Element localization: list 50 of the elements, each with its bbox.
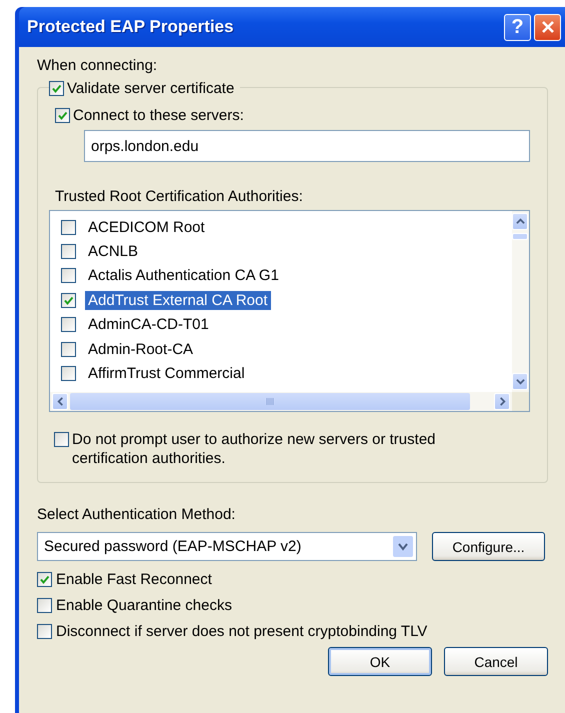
ok-button[interactable]: OK xyxy=(328,647,432,676)
checkbox-label: Enable Quarantine checks xyxy=(56,597,232,614)
close-icon xyxy=(540,19,556,35)
chevron-right-icon xyxy=(498,397,506,406)
checkbox-label: Disconnect if server does not present cryptobinding TLV xyxy=(56,623,428,640)
scroll-left-button[interactable] xyxy=(52,393,68,410)
checkbox-label: Enable Fast Reconnect xyxy=(56,571,212,588)
list-item[interactable]: AddTrust External CA Root xyxy=(85,290,271,310)
list-item[interactable]: AdminCA-CD-T01 xyxy=(85,315,212,334)
checkbox[interactable] xyxy=(61,220,76,235)
checkbox[interactable] xyxy=(37,598,52,613)
window-title: Protected EAP Properties xyxy=(27,17,235,37)
checkbox-label: Do not prompt user to authorize new servers or trusted certification authorities. xyxy=(72,430,437,468)
scroll-right-button[interactable] xyxy=(494,393,510,410)
checkbox[interactable] xyxy=(61,366,76,382)
close-button[interactable] xyxy=(534,14,561,40)
scroll-up-button[interactable] xyxy=(512,213,528,230)
scroll-thumb[interactable] xyxy=(70,393,470,410)
checkbox[interactable] xyxy=(61,317,76,332)
configure-button[interactable]: Configure... xyxy=(432,532,545,561)
checkbox-label: Connect to these servers: xyxy=(73,107,244,124)
method-dropdown[interactable]: Secured password (EAP-MSCHAP v2) xyxy=(37,532,417,561)
checkbox[interactable] xyxy=(61,292,76,308)
chevron-left-icon xyxy=(56,397,64,406)
checkbox-label: Validate server certificate xyxy=(67,80,234,97)
list-item[interactable]: ACEDICOM Root xyxy=(85,218,208,237)
scroll-down-button[interactable] xyxy=(512,373,528,390)
checkbox[interactable] xyxy=(37,572,52,587)
scroll-thumb[interactable] xyxy=(512,233,528,240)
list-label: Trusted Root Certification Authorities: xyxy=(55,188,304,205)
list-item[interactable]: ACNLB xyxy=(85,242,142,262)
checkbox[interactable] xyxy=(55,108,70,123)
checkbox[interactable] xyxy=(54,432,69,447)
scrollbar-corner xyxy=(512,392,529,411)
field-label: Select Authentication Method: xyxy=(37,506,236,523)
chevron-up-icon xyxy=(516,217,524,226)
list-item[interactable]: Actalis Authentication CA G1 xyxy=(85,266,282,286)
list-item[interactable]: AffirmTrust Commercial xyxy=(85,364,248,384)
checkbox[interactable] xyxy=(61,342,76,357)
checkbox[interactable] xyxy=(61,268,76,284)
checkbox[interactable] xyxy=(37,624,52,639)
section-label: When connecting: xyxy=(37,57,158,74)
cancel-button[interactable]: Cancel xyxy=(444,647,548,676)
list-item[interactable]: Admin-Root-CA xyxy=(85,340,196,359)
server-field[interactable]: orps.london.edu xyxy=(84,130,530,162)
checkbox[interactable] xyxy=(61,244,76,260)
chevron-down-icon xyxy=(516,377,524,386)
grip-icon xyxy=(266,398,274,405)
help-button[interactable]: ? xyxy=(504,14,531,40)
checkbox[interactable] xyxy=(49,81,64,96)
